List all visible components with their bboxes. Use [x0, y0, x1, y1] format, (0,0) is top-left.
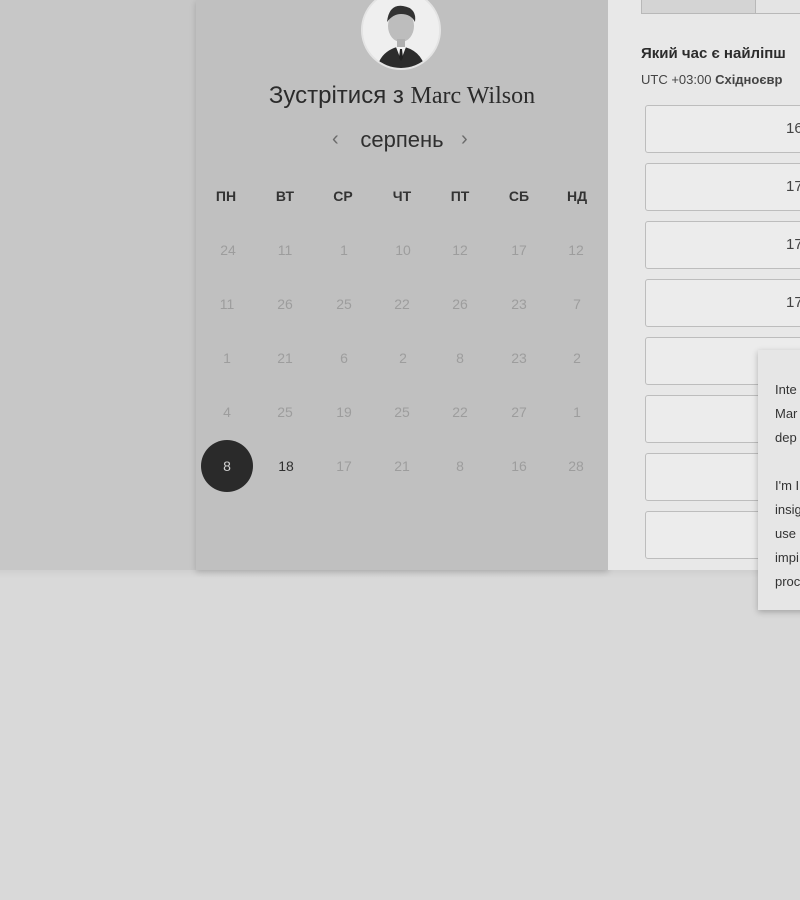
weekday-sun: НД [566, 188, 588, 204]
calendar-day: 2 [399, 350, 407, 366]
time-question: Який час є найліпш [641, 45, 786, 62]
month-navigation: ‹ серпень › [196, 126, 608, 158]
tab-first[interactable] [641, 0, 756, 14]
weekday-mon: ПН [215, 188, 237, 204]
calendar-day: 10 [395, 242, 411, 258]
time-slot-button[interactable]: 17 [645, 221, 800, 269]
calendar-day: 17 [511, 242, 527, 258]
weekday-sat: СБ [508, 188, 530, 204]
calendar-day: 22 [394, 296, 410, 312]
calendar-day: 1 [573, 404, 581, 420]
time-slot-label: 17 [786, 294, 800, 311]
bio-line: I'm I [775, 478, 800, 493]
title-prefix: Зустрітися з [268, 82, 404, 109]
calendar-day: 8 [456, 350, 464, 366]
calendar-day: 2 [573, 350, 581, 366]
calendar-day: 11 [219, 296, 235, 312]
calendar-day: 26 [452, 296, 468, 312]
calendar-day: 24 [220, 242, 236, 258]
weekday-tue: ВТ [275, 188, 295, 204]
timezone-name: Східноєвр [715, 72, 783, 87]
view-tabs [641, 0, 800, 14]
calendar-day: 12 [452, 242, 468, 258]
timezone-offset: UTC +03:00 [641, 72, 712, 87]
bio-line: proc [775, 574, 800, 589]
host-name: Marc Wilson [410, 83, 536, 109]
calendar-day: 26 [277, 296, 293, 312]
weekday-wed: СР [333, 188, 353, 204]
bio-line: Mar [775, 406, 798, 421]
host-photo [363, 0, 439, 68]
timezone-label[interactable]: UTC +03:00 Східноєвр [641, 72, 782, 87]
weekday-thu: ЧТ [392, 188, 412, 204]
chevron-right-icon[interactable]: › [461, 128, 468, 151]
time-slot-label: 16 [786, 120, 800, 137]
calendar-day: 27 [511, 404, 527, 420]
avatar [361, 0, 441, 70]
calendar-day: 23 [511, 296, 527, 312]
calendar-day: 1 [223, 350, 231, 366]
calendar-day: 11 [277, 242, 293, 258]
calendar-day: 1 [340, 242, 348, 258]
bio-line: use [775, 526, 796, 541]
calendar-day: 25 [394, 404, 410, 420]
time-slot-button[interactable]: 17 [645, 163, 800, 211]
calendar-day: 23 [511, 350, 527, 366]
time-slot-label: 17 [786, 236, 800, 253]
tab-second[interactable] [755, 0, 800, 14]
available-day[interactable]: 18 [266, 456, 306, 476]
calendar-day: 19 [336, 404, 352, 420]
selected-day[interactable]: 8 [201, 440, 253, 492]
bio-line: insig [775, 502, 800, 517]
weekday-fri: ПТ [450, 188, 470, 204]
calendar-day: 7 [573, 296, 581, 312]
calendar-day: 25 [277, 404, 293, 420]
calendar-day: 25 [336, 296, 352, 312]
bio-line: dep [775, 430, 797, 445]
calendar-day: 12 [568, 242, 584, 258]
calendar-day: 8 [456, 458, 464, 474]
bio-line: impi [775, 550, 799, 565]
month-label: серпень [360, 127, 444, 152]
time-slot-button[interactable]: 16 [645, 105, 800, 153]
page-title: Зустрітися з Marc Wilson [196, 82, 608, 110]
calendar-day: 16 [511, 458, 527, 474]
calendar-day: 28 [568, 458, 584, 474]
time-slot-label: 17 [786, 178, 800, 195]
calendar-day: 17 [336, 458, 352, 474]
host-bio-popover: Inte Mar dep I'm I insig use impi proc [758, 350, 800, 610]
calendar-day: 22 [452, 404, 468, 420]
calendar-day: 21 [394, 458, 410, 474]
booking-panel: Зустрітися з Marc Wilson ‹ серпень › ПН … [196, 0, 608, 570]
backdrop-shadow [0, 570, 800, 578]
calendar-day: 4 [223, 404, 231, 420]
bio-line: Inte [775, 382, 797, 397]
calendar-day: 6 [340, 350, 348, 366]
time-slot-button[interactable]: 17 [645, 279, 800, 327]
calendar-day: 21 [277, 350, 293, 366]
